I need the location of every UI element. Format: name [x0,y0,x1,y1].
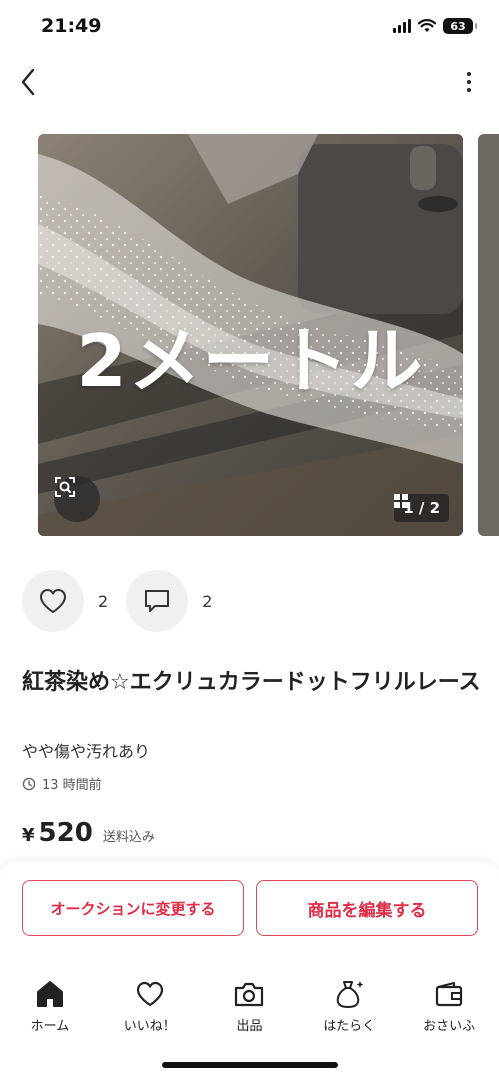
tab-label: いいね！ [123,1019,176,1034]
zoom-button[interactable] [54,476,100,522]
heart-icon [136,981,163,1007]
like-count: 2 [98,591,109,611]
status-bar: 21:49 63 [0,0,499,52]
signal-icon [393,19,411,33]
tab-wallet[interactable]: おさいふ [399,978,499,1048]
heart-icon [40,589,66,613]
item-price: ¥ 520 送料込み [22,818,155,848]
more-vertical-icon [467,72,471,76]
image-search-icon [55,477,75,497]
photo-page-counter: 1 / 2 [394,494,449,522]
comment-icon [145,590,170,612]
grid-icon [394,494,409,508]
money-bag-icon [337,981,364,1008]
chevron-left-icon [21,68,35,96]
camera-icon [235,982,264,1007]
back-button[interactable] [10,64,46,100]
tab-label: おさいふ [423,1019,476,1034]
comment-count: 2 [202,591,213,611]
tab-bar: ホーム いいね！ 出品 はたらく おさいふ [0,978,499,1048]
tab-work[interactable]: はたらく [299,978,399,1048]
comment-button[interactable] [126,570,189,632]
clock-icon [22,777,36,790]
top-nav [0,56,499,108]
edit-item-button[interactable]: 商品を編集する [256,880,478,936]
shipping-label: 送料込み [102,830,155,845]
wallet-icon [435,982,463,1007]
like-button[interactable] [22,570,84,632]
tab-likes[interactable]: いいね！ [100,978,200,1048]
tab-label: はたらく [323,1019,376,1034]
price-currency: ¥ [22,825,35,846]
change-to-auction-button[interactable]: オークションに変更する [22,880,244,936]
tab-sell[interactable]: 出品 [200,978,300,1048]
photo-counter-label: 1 / 2 [403,499,440,517]
item-condition: やや傷や汚れあり [22,742,151,761]
tab-label: 出品 [236,1019,263,1034]
product-photo[interactable]: 2メートル 1 / 2 [38,134,463,536]
wifi-icon [418,19,436,32]
next-photo-preview[interactable] [478,134,499,536]
posted-time: 13 時間前 [22,774,102,793]
reactions-bar: 2 2 [22,570,230,632]
home-indicator [162,1062,338,1068]
item-title: 紅茶染め☆エクリュカラードットフリルレース [22,670,481,695]
price-value: 520 [38,818,93,848]
status-time: 21:49 [41,15,102,37]
more-button[interactable] [459,66,479,98]
status-icons: 63 [393,18,477,34]
battery-icon: 63 [443,18,477,34]
home-icon [36,981,63,1007]
posted-time-label: 13 時間前 [42,778,102,793]
tab-home[interactable]: ホーム [0,978,100,1048]
photo-carousel[interactable]: 2メートル 1 / 2 [0,122,499,548]
tab-label: ホーム [30,1019,70,1034]
photo-overlay-text: 2メートル [76,319,425,403]
